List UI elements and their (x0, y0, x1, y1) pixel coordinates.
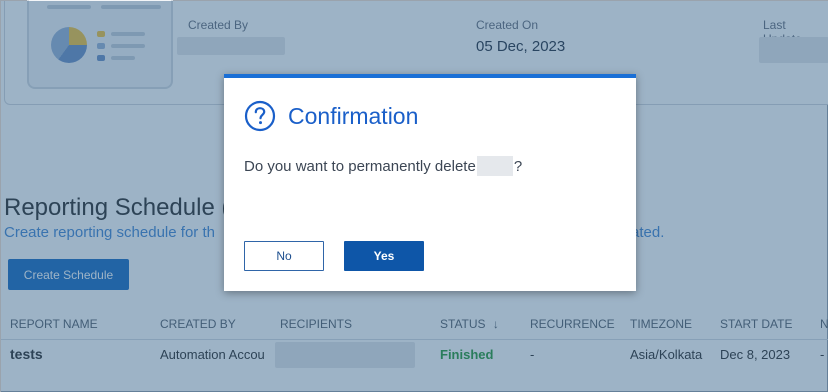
app-frame: Created By Created On 05 Dec, 2023 Last … (0, 0, 828, 392)
dialog-message-prefix: Do you want to permanently delete (244, 158, 476, 175)
yes-button[interactable]: Yes (344, 241, 424, 271)
dialog-message-suffix: ? (513, 158, 523, 175)
question-circle-icon (244, 100, 276, 132)
dialog-message: Do you want to permanently delete? (244, 156, 522, 176)
report-name-redacted (476, 156, 513, 176)
dialog-title: Confirmation (288, 103, 419, 129)
confirmation-dialog: Confirmation Do you want to permanently … (224, 74, 636, 291)
no-button[interactable]: No (244, 241, 324, 271)
